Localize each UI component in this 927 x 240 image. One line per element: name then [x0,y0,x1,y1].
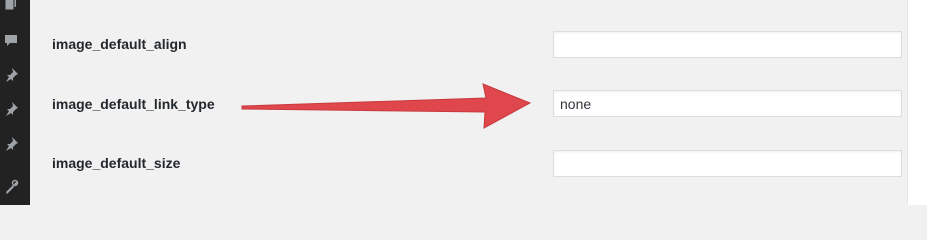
image-default-link-type-input[interactable] [553,90,902,117]
pin-icon[interactable] [2,100,20,118]
image-default-align-input[interactable] [553,31,902,58]
pin-icon[interactable] [2,135,20,153]
scroll-gutter [907,0,927,205]
arrow-right-icon [241,83,532,129]
image-default-size-input[interactable] [553,150,902,177]
tools-icon[interactable] [2,178,20,196]
options-page: image_default_align image_default_link_t… [0,0,927,205]
option-label: image_default_size [52,155,181,171]
option-label: image_default_link_type [52,96,215,112]
option-label: image_default_align [52,36,187,52]
pages-icon[interactable] [2,0,20,12]
pin-icon[interactable] [2,66,20,84]
admin-sidebar [0,0,30,205]
comments-icon[interactable] [2,31,20,49]
